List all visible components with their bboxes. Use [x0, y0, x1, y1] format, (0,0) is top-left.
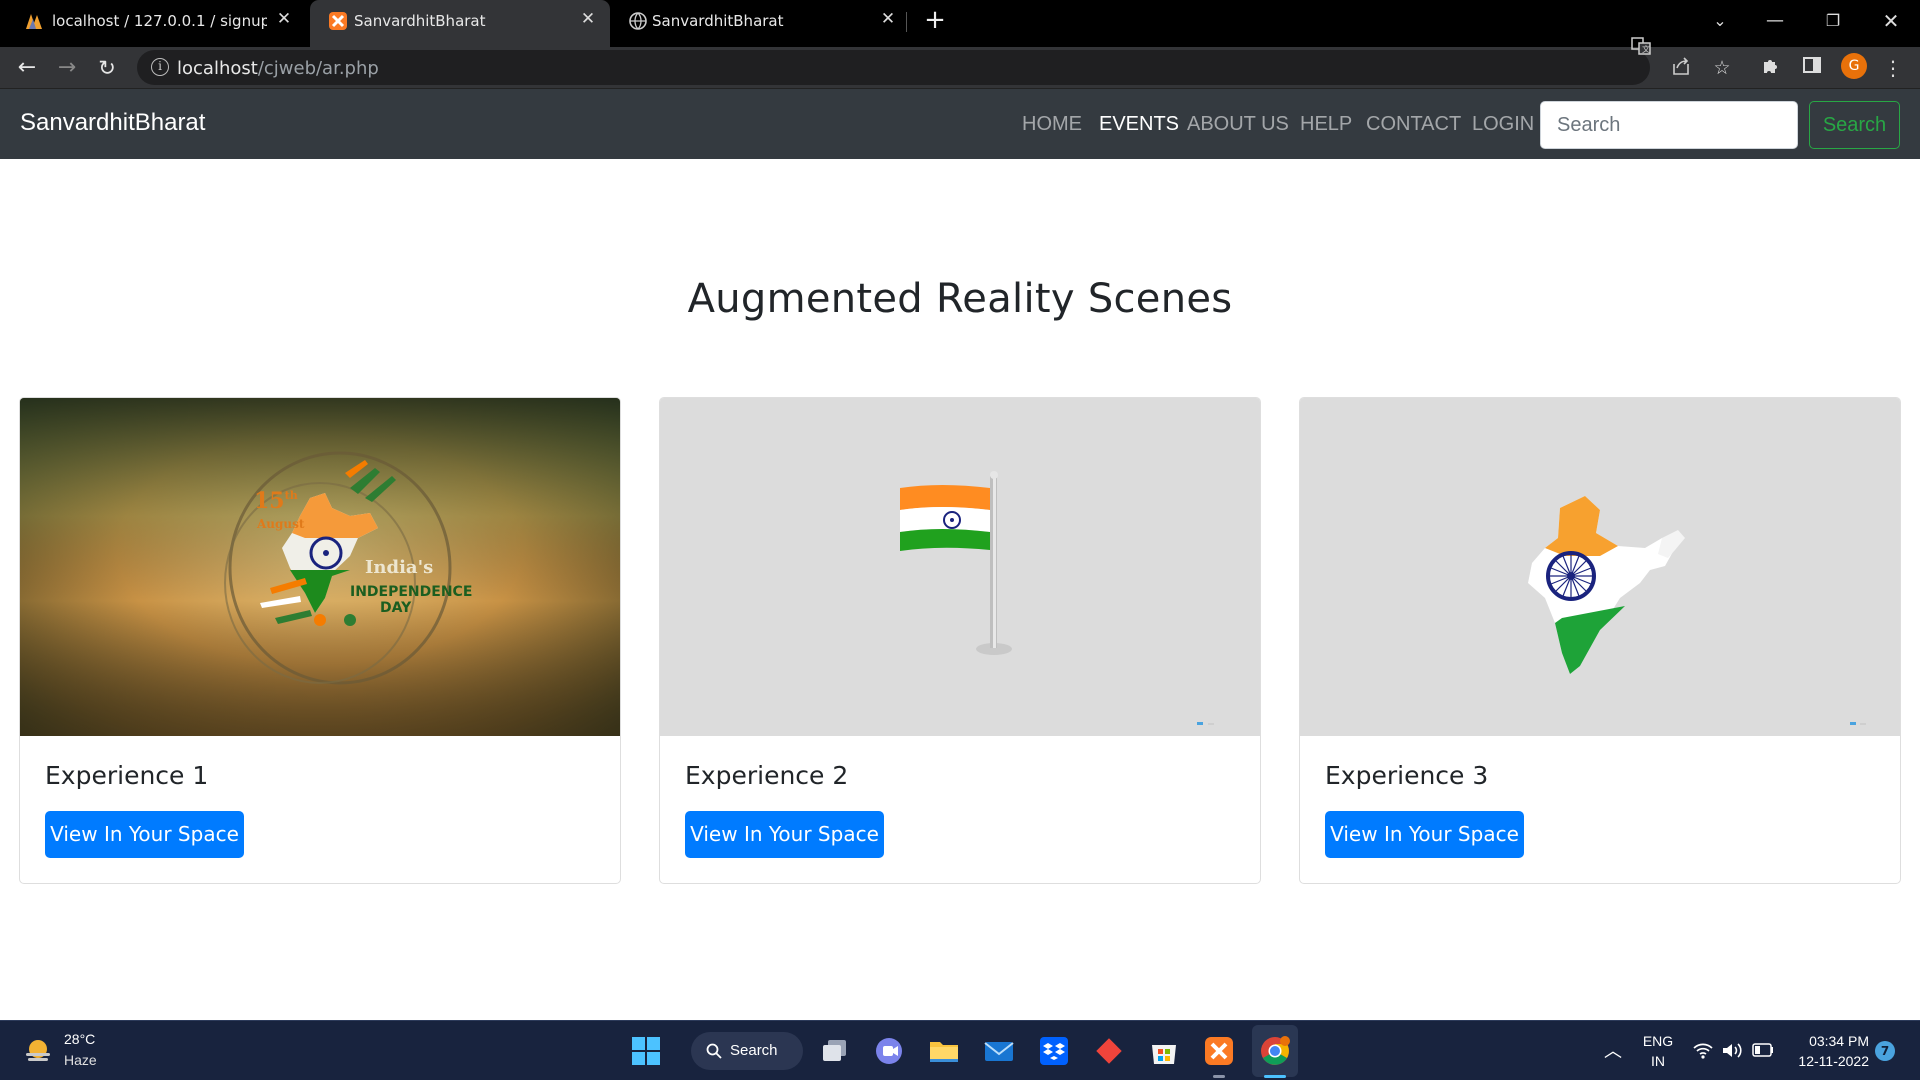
- url-host: localhost: [177, 58, 258, 79]
- windows-taskbar: 28°C Haze Search ︿ ENG IN 03:34 PM 12-11…: [0, 1020, 1920, 1080]
- nav-home[interactable]: HOME: [1022, 113, 1082, 136]
- language-code[interactable]: ENG: [1641, 1033, 1675, 1049]
- tab-search-dropdown-icon[interactable]: ⌄: [1707, 8, 1733, 34]
- page-title: Augmented Reality Scenes: [687, 276, 1233, 322]
- nav-contact[interactable]: CONTACT: [1366, 113, 1461, 136]
- browser-toolbar: ← → ↻ i localhost/cjweb/ar.php 文 ☆ ⋮: [0, 37, 1920, 89]
- taskbar-search[interactable]: Search: [691, 1032, 803, 1070]
- xampp-icon: [329, 12, 347, 30]
- browser-tab-phpmyadmin[interactable]: localhost / 127.0.0.1 / signup / re ✕: [6, 0, 306, 42]
- search-button[interactable]: Search: [1809, 101, 1900, 149]
- address-bar[interactable]: i localhost/cjweb/ar.php: [137, 50, 1650, 85]
- taskbar-search-label: Search: [730, 1042, 778, 1059]
- svg-text:August: August: [256, 517, 305, 531]
- language-region[interactable]: IN: [1641, 1053, 1675, 1069]
- notification-count-badge[interactable]: 7: [1875, 1041, 1895, 1061]
- clock-time[interactable]: 03:34 PM: [1793, 1033, 1869, 1049]
- restore-icon[interactable]: ❐: [1820, 8, 1846, 34]
- share-icon[interactable]: [1668, 55, 1694, 81]
- xampp-running-indicator: [1213, 1075, 1225, 1078]
- browser-tab-sanvardhit[interactable]: SanvardhitBharat ✕: [610, 0, 910, 42]
- site-brand[interactable]: SanvardhitBharat: [20, 109, 205, 137]
- card-title: Experience 3: [1325, 761, 1489, 790]
- site-navbar: SanvardhitBharat HOME EVENTS ABOUT US HE…: [0, 89, 1920, 159]
- chrome-icon[interactable]: [1258, 1034, 1292, 1068]
- dropbox-icon[interactable]: [1037, 1034, 1071, 1068]
- back-arrow-icon[interactable]: ←: [14, 55, 40, 81]
- clock-date[interactable]: 12-11-2022: [1789, 1053, 1869, 1069]
- search-input[interactable]: [1540, 101, 1798, 149]
- experience-card-1: 15th August India's INDEPENDENCE DAY Exp…: [19, 397, 621, 884]
- search-icon: [706, 1043, 722, 1059]
- 3d-flag-image: [660, 398, 1260, 736]
- wifi-icon[interactable]: [1693, 1042, 1713, 1059]
- tray-overflow-chevron-icon[interactable]: ︿: [1604, 1037, 1622, 1063]
- phpmyadmin-icon: [26, 14, 42, 29]
- minimize-icon[interactable]: —: [1762, 8, 1788, 34]
- nav-events[interactable]: EVENTS: [1099, 113, 1179, 136]
- close-window-icon[interactable]: ✕: [1878, 8, 1904, 34]
- xampp-taskbar-icon[interactable]: [1202, 1034, 1236, 1068]
- battery-icon[interactable]: [1752, 1043, 1774, 1057]
- extensions-icon[interactable]: [1758, 55, 1784, 81]
- bookmark-star-icon[interactable]: ☆: [1709, 55, 1735, 81]
- experience-card-3: Experience 3 View In Your Space: [1299, 397, 1901, 884]
- file-explorer-icon[interactable]: [927, 1034, 961, 1068]
- close-tab-icon[interactable]: ✕: [274, 9, 294, 29]
- tab-separator: [906, 12, 907, 32]
- card-title: Experience 1: [45, 761, 209, 790]
- volume-icon[interactable]: [1722, 1042, 1743, 1059]
- close-tab-icon[interactable]: ✕: [578, 9, 598, 29]
- translate-icon[interactable]: 文: [1628, 33, 1654, 59]
- independence-day-poster-image: 15th August India's INDEPENDENCE DAY: [20, 398, 620, 736]
- nav-help[interactable]: HELP: [1300, 113, 1352, 136]
- weather-condition[interactable]: Haze: [64, 1052, 97, 1068]
- experience-card-2: Experience 2 View In Your Space: [659, 397, 1261, 884]
- site-info-icon[interactable]: i: [151, 58, 169, 76]
- teams-chat-icon[interactable]: [872, 1034, 906, 1068]
- task-view-icon[interactable]: [818, 1034, 852, 1068]
- tab-title: SanvardhitBharat: [354, 12, 486, 30]
- svg-text:文: 文: [1642, 44, 1650, 54]
- nav-about-us[interactable]: ABOUT US: [1187, 113, 1289, 136]
- new-tab-button[interactable]: +: [922, 7, 948, 34]
- chrome-active-indicator: [1264, 1075, 1286, 1078]
- windows-start-icon[interactable]: [629, 1034, 663, 1068]
- svg-text:India's: India's: [365, 557, 433, 578]
- globe-icon: [629, 12, 647, 30]
- 3d-india-map-image: [1300, 398, 1900, 736]
- profile-avatar[interactable]: G: [1841, 53, 1867, 79]
- nav-login[interactable]: LOGIN: [1472, 113, 1534, 136]
- tab-title: SanvardhitBharat: [652, 12, 784, 30]
- view-in-your-space-button[interactable]: View In Your Space: [685, 811, 884, 858]
- tab-title: localhost / 127.0.0.1 / signup / re: [52, 12, 267, 30]
- anydesk-icon[interactable]: [1092, 1034, 1126, 1068]
- view-in-your-space-button[interactable]: View In Your Space: [1325, 811, 1524, 858]
- microsoft-store-icon[interactable]: [1147, 1034, 1181, 1068]
- view-in-your-space-button[interactable]: View In Your Space: [45, 811, 244, 858]
- svg-text:INDEPENDENCE: INDEPENDENCE: [350, 584, 472, 600]
- mail-icon[interactable]: [982, 1034, 1016, 1068]
- svg-text:DAY: DAY: [380, 600, 412, 616]
- reload-icon[interactable]: ↻: [94, 55, 120, 81]
- card-title: Experience 2: [685, 761, 849, 790]
- close-tab-icon[interactable]: ✕: [878, 9, 898, 29]
- browser-tab-sanvardhit-active[interactable]: SanvardhitBharat ✕: [310, 0, 610, 47]
- side-panel-icon[interactable]: [1799, 55, 1825, 81]
- forward-arrow-icon[interactable]: →: [54, 55, 80, 81]
- weather-temperature[interactable]: 28°C: [64, 1031, 95, 1047]
- weather-haze-icon[interactable]: [22, 1035, 54, 1067]
- more-menu-icon[interactable]: ⋮: [1880, 55, 1906, 81]
- url-path: /cjweb/ar.php: [257, 58, 379, 79]
- url-text: localhost/cjweb/ar.php: [177, 58, 379, 79]
